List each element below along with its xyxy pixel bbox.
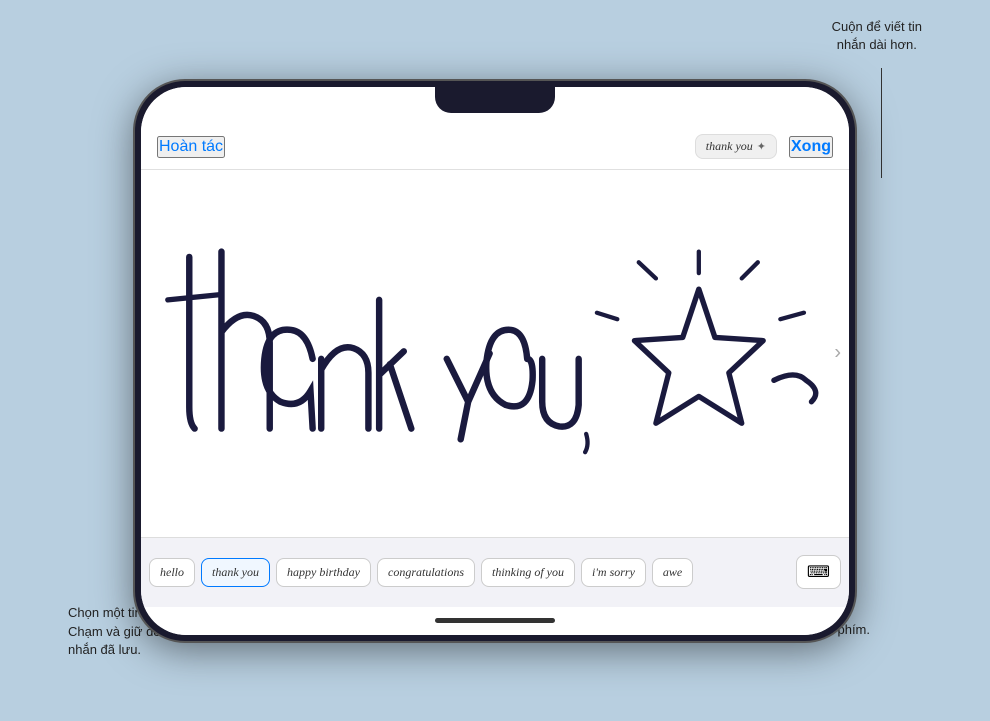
home-indicator [141,607,849,635]
preset-happy-birthday[interactable]: happy birthday [276,558,371,587]
phone-screen: Hoàn tác thank you ✦ Xong [141,87,849,635]
handwriting-canvas[interactable]: › [141,169,849,537]
preset-awe[interactable]: awe [652,558,693,587]
handwriting-svg [141,170,849,537]
phone-frame: Hoàn tác thank you ✦ Xong [135,81,855,641]
preview-chip: thank you ✦ [695,134,777,159]
scene: Cuộn để viết tinnhắn dài hơn. Chọn một t… [0,0,990,721]
preview-text: thank you [706,139,753,154]
app-header: Hoàn tác thank you ✦ Xong [141,125,849,169]
status-bar [141,87,849,125]
preset-hello[interactable]: hello [149,558,195,587]
undo-button[interactable]: Hoàn tác [157,136,225,158]
preview-star-icon: ✦ [757,140,766,153]
annotation-top-right: Cuộn để viết tinnhắn dài hơn. [832,18,922,54]
keyboard-switch-button[interactable]: ⌨ [796,555,841,589]
annotation-line-top-right [881,68,882,178]
home-bar [435,618,555,623]
preset-im-sorry[interactable]: i'm sorry [581,558,646,587]
notch [435,87,555,113]
preset-thinking-of-you[interactable]: thinking of you [481,558,575,587]
preset-congratulations[interactable]: congratulations [377,558,475,587]
header-right-group: thank you ✦ Xong [695,134,833,159]
presets-bar: hello thank you happy birthday congratul… [141,537,849,607]
done-button[interactable]: Xong [789,136,833,158]
preset-thank-you[interactable]: thank you [201,558,270,587]
scroll-right-arrow[interactable]: › [834,342,841,365]
